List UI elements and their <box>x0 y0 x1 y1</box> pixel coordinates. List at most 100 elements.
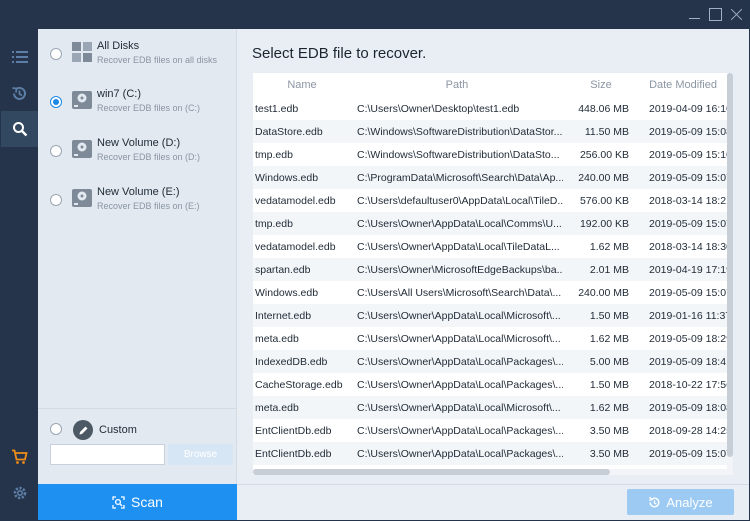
vertical-scroll-thumb[interactable] <box>727 73 733 457</box>
table-row[interactable]: EntClientDb.edb C:\Users\Owner\AppData\Lo… <box>253 419 727 442</box>
cell-size: 1.62 MB <box>563 235 639 258</box>
cell-path: C:\Users\Owner\AppData\Local\Packages\..… <box>351 442 563 465</box>
table-row[interactable]: Windows.edb C:\ProgramData\Microsoft\Sear… <box>253 166 727 189</box>
drive-name: win7 (C:) <box>97 88 142 100</box>
cell-size: 3.50 MB <box>563 419 639 442</box>
horizontal-scrollbar[interactable] <box>253 469 727 475</box>
cell-date: 2019-05-09 18:41 <box>639 350 727 373</box>
all-disks-icon <box>72 42 92 62</box>
cell-name: tmp.edb <box>253 143 351 166</box>
cell-name: test1.edb <box>253 97 351 120</box>
analyze-button[interactable]: Analyze <box>627 489 734 515</box>
cell-date: 2018-10-22 17:56 <box>639 373 727 396</box>
vertical-scrollbar[interactable] <box>727 73 733 475</box>
settings-icon[interactable] <box>1 475 38 511</box>
maximize-icon[interactable] <box>709 8 722 21</box>
table-row[interactable]: vedatamodel.edb C:\Users\defaultuser0\App… <box>253 189 727 212</box>
column-header-name[interactable]: Name <box>253 73 351 97</box>
bottom-bar: Analyze <box>237 484 749 520</box>
cell-path: C:\Users\Owner\Desktop\test1.edb <box>351 97 563 120</box>
drive-name: New Volume (D:) <box>97 137 181 149</box>
cell-size: 576.00 KB <box>563 189 639 212</box>
cell-name: meta.edb <box>253 396 351 419</box>
table-row[interactable]: tmp.edb C:\Windows\SoftwareDistribution\D… <box>253 143 727 166</box>
drive-c[interactable]: win7 (C:) Recover EDB files on (C:) <box>38 84 237 132</box>
hard-drive-icon <box>72 91 92 109</box>
drive-subtitle: Recover EDB files on all disks <box>97 55 218 65</box>
cart-icon[interactable] <box>1 439 38 475</box>
drive-subtitle: Recover EDB files on (E:) <box>97 201 200 211</box>
cell-size: 1.62 MB <box>563 396 639 419</box>
cell-size: 240.00 MB <box>563 166 639 189</box>
analyze-label: Analyze <box>666 494 713 510</box>
cell-path: C:\Users\All Users\Microsoft\Search\Data… <box>351 281 563 304</box>
cell-name: meta.edb <box>253 327 351 350</box>
custom-radio[interactable] <box>50 423 62 435</box>
table-row[interactable]: spartan.edb C:\Users\Owner\MicrosoftEdgeB… <box>253 258 727 281</box>
cell-path: C:\Users\defaultuser0\AppData\Local\Tile… <box>351 189 563 212</box>
drive-e[interactable]: New Volume (E:) Recover EDB files on (E:… <box>38 182 237 230</box>
history-icon[interactable] <box>1 75 38 111</box>
drive-d[interactable]: New Volume (D:) Recover EDB files on (D:… <box>38 133 237 181</box>
cell-name: CacheStorage.edb <box>253 373 351 396</box>
cell-size: 256.00 KB <box>563 143 639 166</box>
cell-name: Windows.edb <box>253 166 351 189</box>
table-row[interactable]: tmp.edb C:\Users\Owner\AppData\Local\Comm… <box>253 212 727 235</box>
cell-path: C:\Windows\SoftwareDistribution\DataSto.… <box>351 143 563 166</box>
cell-size: 1.50 MB <box>563 304 639 327</box>
custom-path-input[interactable] <box>50 444 165 465</box>
cell-name: vedatamodel.edb <box>253 189 351 212</box>
column-header-date[interactable]: Date Modified <box>639 73 727 97</box>
drive-subtitle: Recover EDB files on (C:) <box>97 103 201 113</box>
cell-date: 2019-05-09 15:07 <box>639 212 727 235</box>
table-row[interactable]: vedatamodel.edb C:\Users\Owner\AppData\Lo… <box>253 235 727 258</box>
table-row[interactable]: CacheStorage.edb C:\Users\Owner\AppData\L… <box>253 373 727 396</box>
table-row[interactable]: test1.edb C:\Users\Owner\Desktop\test1.ed… <box>253 97 727 120</box>
hard-drive-icon <box>72 140 92 158</box>
drive-name: New Volume (E:) <box>97 186 180 198</box>
hard-drive-icon <box>72 189 92 207</box>
cell-date: 2019-05-09 15:07 <box>639 442 727 465</box>
drive-radio[interactable] <box>50 96 62 108</box>
table-header: Name Path Size Date Modified <box>253 73 727 97</box>
drive-radio[interactable] <box>50 194 62 206</box>
drive-subtitle: Recover EDB files on (D:) <box>97 152 201 162</box>
table-row[interactable]: Internet.edb C:\Users\Owner\AppData\Local… <box>253 304 727 327</box>
close-icon[interactable] <box>730 8 743 21</box>
edit-icon <box>73 420 93 440</box>
cell-date: 2019-04-09 16:10 <box>639 97 727 120</box>
table-row[interactable]: DataStore.edb C:\Windows\SoftwareDistribu… <box>253 120 727 143</box>
drive-panel: All Disks Recover EDB files on all disks… <box>38 29 237 484</box>
cell-size: 448.06 MB <box>563 97 639 120</box>
table-row[interactable]: meta.edb C:\Users\Owner\AppData\Local\Mic… <box>253 396 727 419</box>
column-header-path[interactable]: Path <box>351 73 563 97</box>
horizontal-scroll-thumb[interactable] <box>253 469 610 475</box>
app-window: All Disks Recover EDB files on all disks… <box>0 0 750 521</box>
table-row[interactable]: EntClientDb.edb C:\Users\Owner\AppData\Lo… <box>253 442 727 465</box>
cell-path: C:\Users\Owner\MicrosoftEdgeBackups\ba..… <box>351 258 563 281</box>
table-row[interactable]: IndexedDB.edb C:\Users\Owner\AppData\Loca… <box>253 350 727 373</box>
drive-radio[interactable] <box>50 145 62 157</box>
search-icon[interactable] <box>1 111 38 147</box>
minimize-icon[interactable] <box>688 8 701 21</box>
table-row[interactable]: Windows.edb C:\Users\All Users\Microsoft\… <box>253 281 727 304</box>
drive-radio[interactable] <box>50 48 62 60</box>
cell-path: C:\Users\Owner\AppData\Local\Packages\..… <box>351 350 563 373</box>
scan-label: Scan <box>131 494 163 510</box>
browse-button[interactable]: Browse <box>168 444 233 465</box>
cell-size: 240.00 MB <box>563 281 639 304</box>
cell-size: 192.00 KB <box>563 212 639 235</box>
drive-all-disks[interactable]: All Disks Recover EDB files on all disks <box>38 35 237 83</box>
table-row[interactable]: meta.edb C:\Users\Owner\AppData\Local\Mic… <box>253 327 727 350</box>
cell-size: 1.50 MB <box>563 373 639 396</box>
cell-name: tmp.edb <box>253 212 351 235</box>
cell-path: C:\Users\Owner\AppData\Local\Comms\U... <box>351 212 563 235</box>
scan-button[interactable]: Scan <box>38 484 237 520</box>
nav-rail <box>1 29 38 520</box>
list-icon[interactable] <box>1 39 38 75</box>
file-table: Name Path Size Date Modified test1.edb C:… <box>253 73 733 475</box>
cell-name: spartan.edb <box>253 258 351 281</box>
cell-path: C:\Windows\SoftwareDistribution\DataStor… <box>351 120 563 143</box>
cell-date: 2019-05-09 18:29 <box>639 327 727 350</box>
column-header-size[interactable]: Size <box>563 73 639 97</box>
